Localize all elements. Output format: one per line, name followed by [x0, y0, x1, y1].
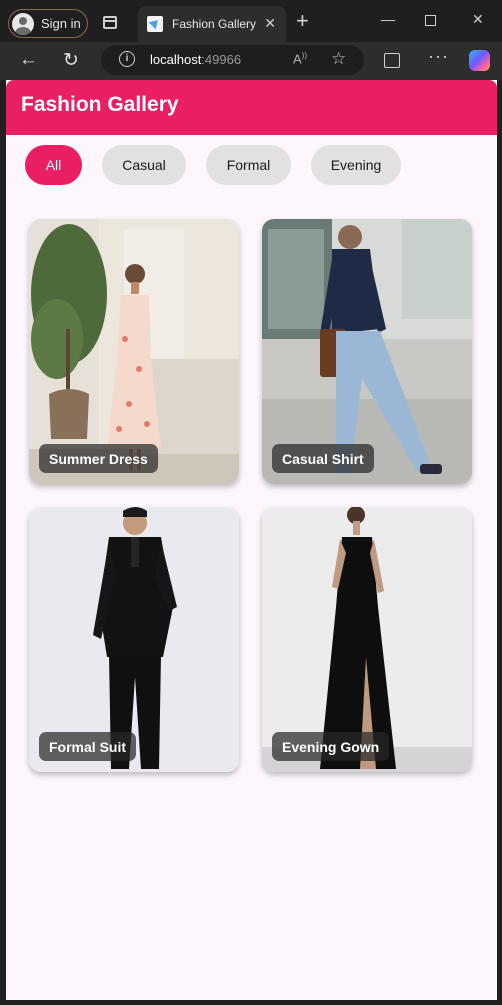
tab-actions-icon[interactable]: [103, 16, 117, 29]
tab-title: Fashion Gallery: [172, 17, 257, 31]
tab-bar: Sign in Fashion Gallery ✕ + — ✕: [0, 0, 502, 42]
sign-in-label: Sign in: [41, 16, 81, 31]
site-info-icon[interactable]: i: [119, 51, 135, 67]
copilot-icon[interactable]: [469, 50, 490, 71]
filter-chip-formal[interactable]: Formal: [206, 145, 291, 185]
card-caption: Casual Shirt: [272, 444, 374, 473]
card-caption: Summer Dress: [39, 444, 158, 473]
minimize-icon[interactable]: —: [381, 11, 395, 27]
sign-in-button[interactable]: Sign in: [8, 9, 88, 38]
browser-window: Sign in Fashion Gallery ✕ + — ✕ ← ↻ i lo…: [0, 0, 502, 1005]
maximize-icon[interactable]: [425, 15, 436, 26]
app-bar: Fashion Gallery: [6, 80, 497, 135]
new-tab-icon[interactable]: +: [296, 10, 309, 32]
web-page: Fashion Gallery All Casual Formal Evenin…: [6, 80, 497, 1000]
card-caption: Evening Gown: [272, 732, 390, 761]
browser-toolbar: ← ↻ i localhost:49966 A)) ☆ ···: [0, 42, 502, 80]
profile-avatar-icon: [12, 12, 34, 35]
gallery-card-summer-dress[interactable]: Summer Dress: [29, 219, 239, 484]
close-window-icon[interactable]: ✕: [472, 11, 484, 28]
page-title: Fashion Gallery: [21, 93, 179, 116]
card-caption: Formal Suit: [39, 732, 137, 761]
tab-fashion-gallery[interactable]: Fashion Gallery ✕: [138, 6, 286, 42]
filter-chip-evening[interactable]: Evening: [311, 145, 401, 185]
gallery-card-casual-shirt[interactable]: Casual Shirt: [262, 219, 472, 484]
filter-chip-all[interactable]: All: [25, 145, 82, 185]
favorite-star-icon[interactable]: ☆: [331, 49, 346, 69]
gallery-card-evening-gown[interactable]: Evening Gown: [262, 507, 472, 772]
back-icon[interactable]: ←: [19, 49, 38, 71]
url-host: localhost: [150, 52, 202, 67]
close-tab-icon[interactable]: ✕: [264, 15, 276, 32]
gallery-card-formal-suit[interactable]: Formal Suit: [29, 507, 239, 772]
address-bar[interactable]: i localhost:49966 A)) ☆: [101, 45, 364, 75]
more-options-icon[interactable]: ···: [428, 46, 449, 67]
filter-chip-casual[interactable]: Casual: [102, 145, 186, 185]
split-screen-icon[interactable]: [384, 53, 400, 68]
read-aloud-icon[interactable]: A)): [293, 51, 307, 66]
flutter-favicon-icon: [147, 16, 163, 32]
refresh-icon[interactable]: ↻: [63, 49, 79, 72]
url-text: localhost:49966: [150, 52, 241, 67]
url-port: :49966: [201, 52, 242, 67]
